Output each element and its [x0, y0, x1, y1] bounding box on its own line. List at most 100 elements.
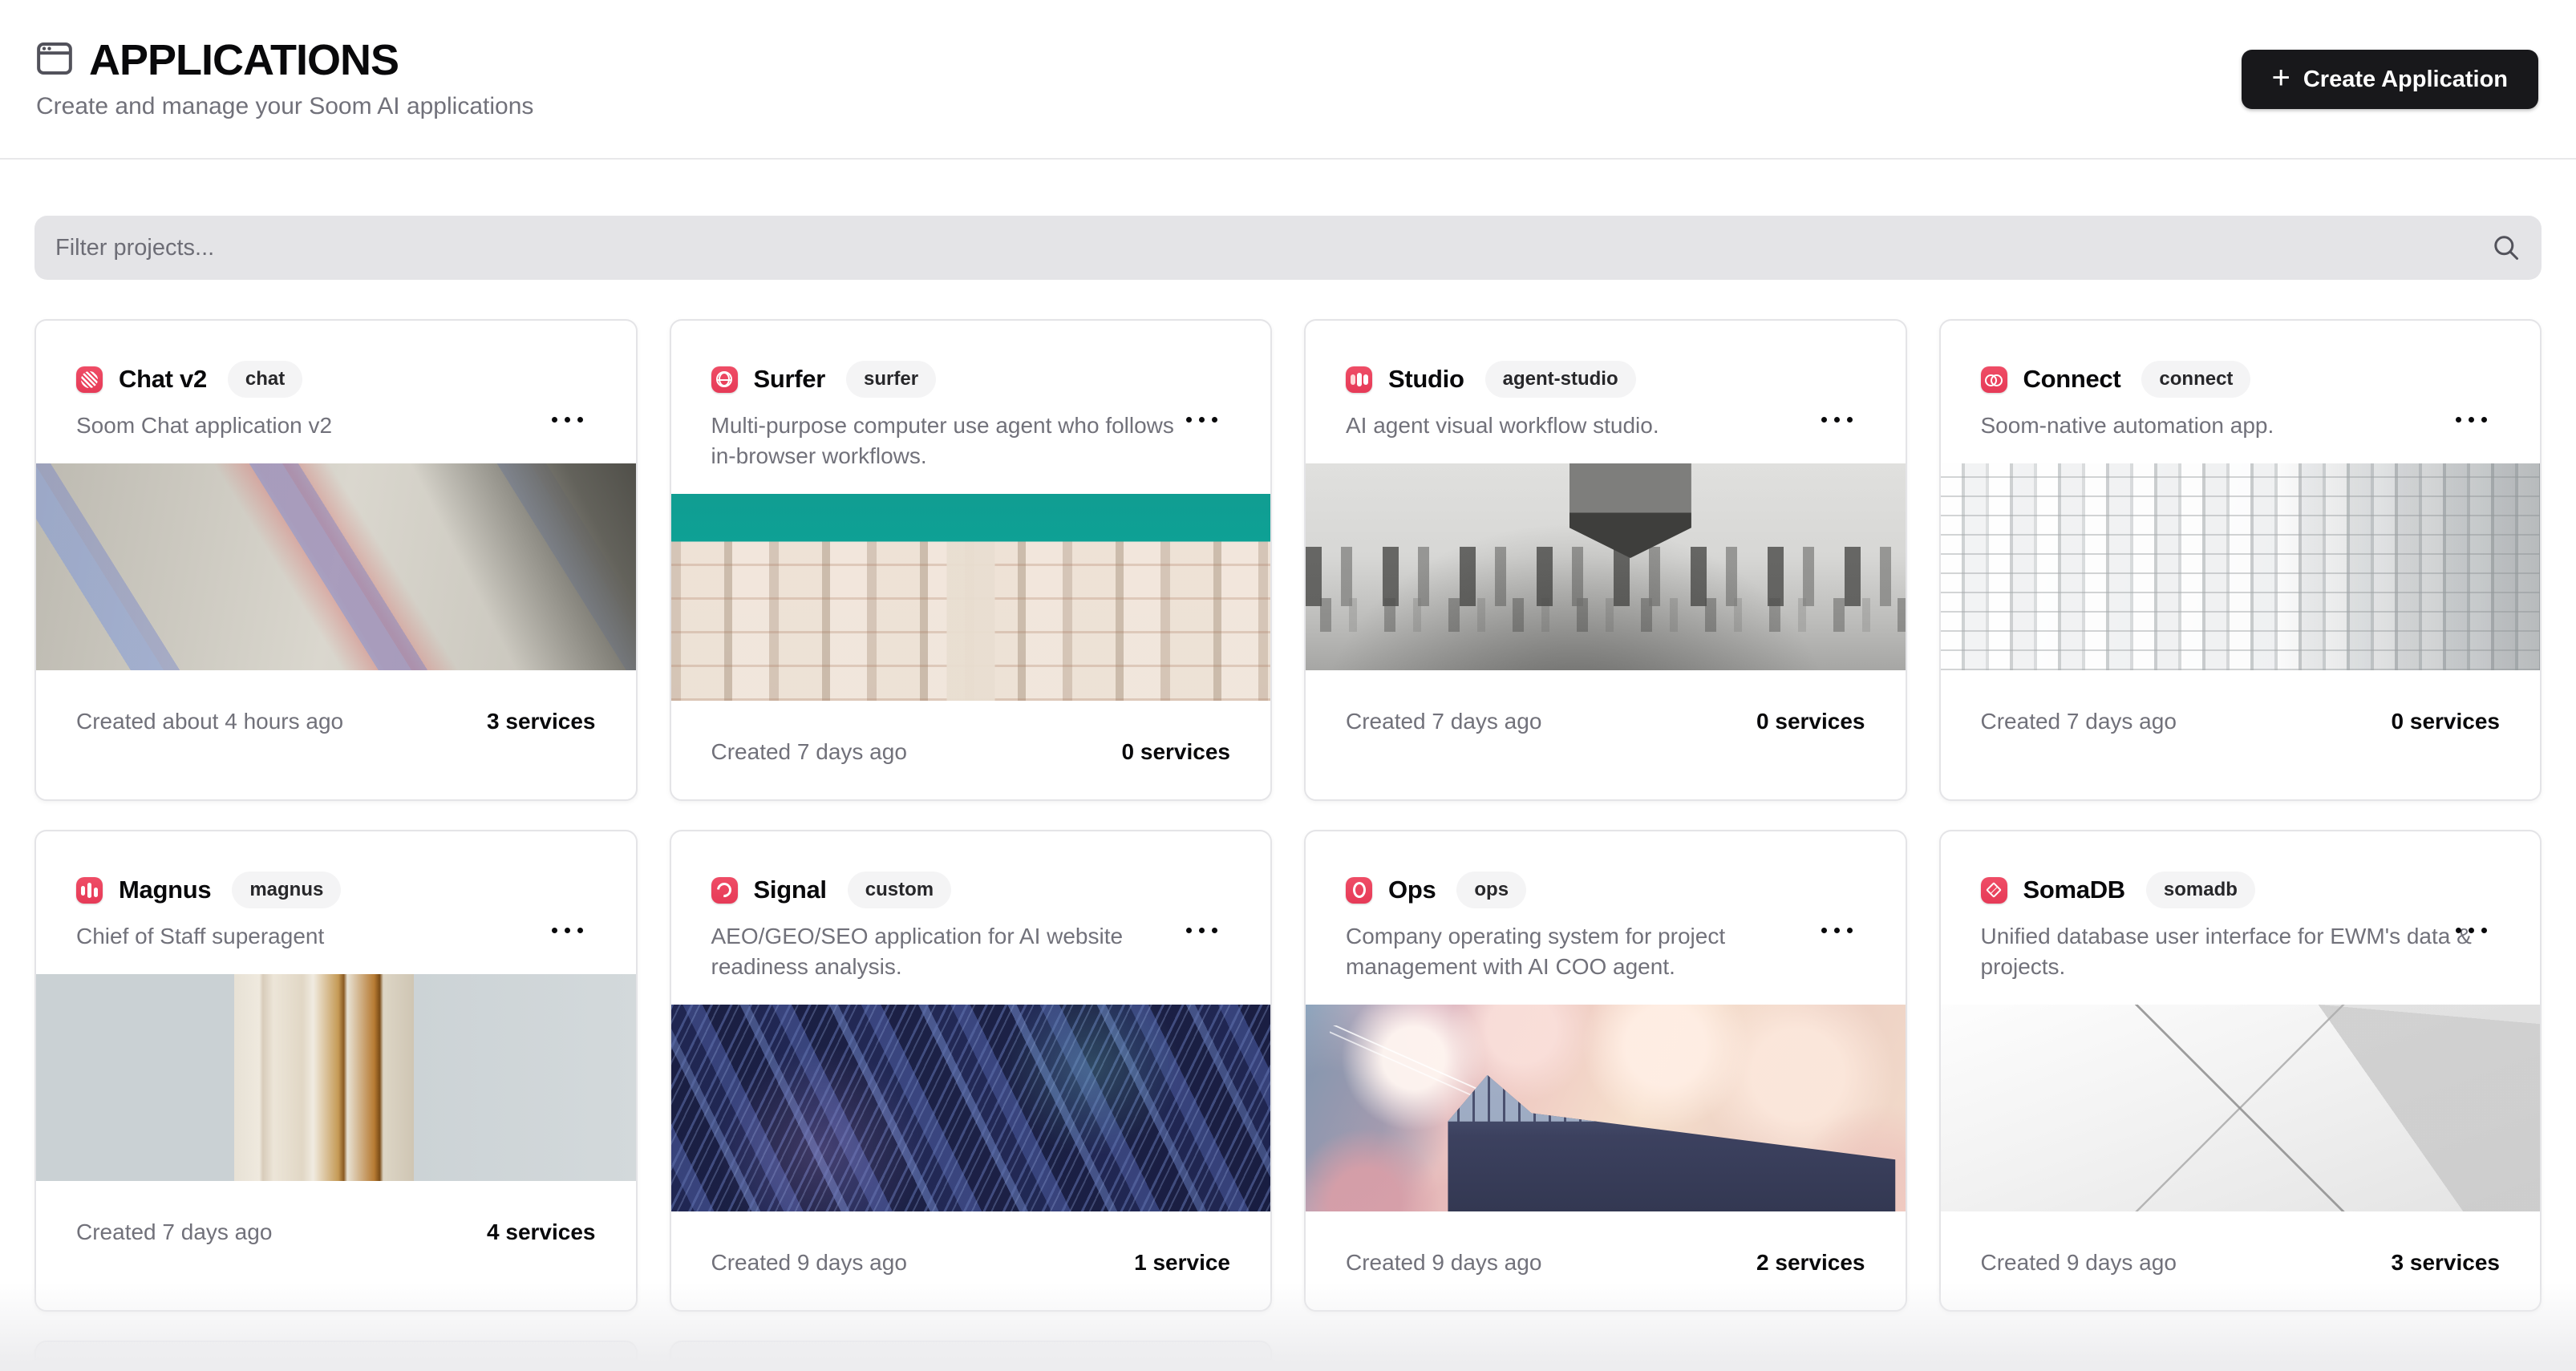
- project-card-ops[interactable]: Ops ops Company operating system for pro…: [1304, 830, 1907, 1312]
- app-icon: [76, 877, 103, 904]
- card-footer: Created 7 days ago 0 services: [1941, 670, 2541, 734]
- project-card-partial[interactable]: [34, 1341, 638, 1371]
- project-name: SomaDB: [2023, 876, 2125, 904]
- project-slug-badge: ops: [1456, 872, 1526, 908]
- project-thumbnail: [671, 494, 1271, 701]
- project-name: Surfer: [754, 365, 826, 394]
- services-count: 0 services: [1122, 739, 1230, 765]
- applications-page: APPLICATIONS Create and manage your Soom…: [0, 0, 2576, 1371]
- project-card-signal[interactable]: Signal custom AEO/GEO/SEO application fo…: [670, 830, 1273, 1312]
- project-name: Signal: [754, 876, 827, 904]
- project-description: AEO/GEO/SEO application for AI website r…: [711, 921, 1205, 982]
- created-timestamp: Created 9 days ago: [1981, 1250, 2177, 1276]
- filter-bar: [34, 216, 2542, 280]
- project-slug-badge: agent-studio: [1485, 361, 1636, 398]
- more-options-button[interactable]: [1180, 410, 1224, 429]
- project-name: Magnus: [119, 876, 211, 904]
- project-description: Unified database user interface for EWM'…: [1981, 921, 2474, 982]
- services-count: 0 services: [1756, 709, 1865, 734]
- project-card-studio[interactable]: Studio agent-studio AI agent visual work…: [1304, 319, 1907, 801]
- project-card-magnus[interactable]: Magnus magnus Chief of Staff superagent …: [34, 830, 638, 1312]
- ring-icon: [1353, 882, 1366, 898]
- more-options-button[interactable]: [545, 410, 589, 429]
- app-icon: [1981, 877, 2007, 904]
- project-name: Chat v2: [119, 365, 207, 394]
- services-count: 1 service: [1134, 1250, 1230, 1276]
- create-application-button[interactable]: + Create Application: [2242, 50, 2539, 109]
- project-name: Ops: [1388, 876, 1436, 904]
- project-thumbnail: [1941, 463, 2541, 670]
- created-timestamp: Created about 4 hours ago: [76, 709, 343, 734]
- card-footer: Created 9 days ago 2 services: [1306, 1211, 1906, 1276]
- gem-icon: [1986, 882, 2002, 898]
- card-footer: Created 7 days ago 0 services: [1306, 670, 1906, 734]
- project-slug-badge: connect: [2141, 361, 2250, 398]
- infinity-link-icon: [1985, 374, 2003, 384]
- app-icon: [1346, 366, 1372, 393]
- created-timestamp: Created 7 days ago: [76, 1219, 272, 1245]
- project-card-surfer[interactable]: Surfer surfer Multi-purpose computer use…: [670, 319, 1273, 801]
- triple-bars-icon: [1357, 373, 1362, 386]
- card-footer: Created 9 days ago 1 service: [671, 1211, 1271, 1276]
- project-description: Multi-purpose computer use agent who fol…: [711, 410, 1205, 471]
- services-count: 3 services: [2392, 1250, 2500, 1276]
- page-title: APPLICATIONS: [89, 35, 399, 85]
- app-icon: [1981, 366, 2007, 393]
- created-timestamp: Created 7 days ago: [1981, 709, 2177, 734]
- services-count: 0 services: [2392, 709, 2500, 734]
- more-options-button[interactable]: [1815, 410, 1859, 429]
- project-description: Soom-native automation app.: [1981, 410, 2474, 441]
- services-count: 2 services: [1756, 1250, 1865, 1276]
- card-header: Ops ops Company operating system for pro…: [1306, 831, 1906, 982]
- card-header: Surfer surfer Multi-purpose computer use…: [671, 321, 1271, 471]
- project-description: Company operating system for project man…: [1346, 921, 1839, 982]
- search-icon: [2492, 233, 2521, 266]
- more-options-button[interactable]: [545, 921, 589, 940]
- project-card-somadb[interactable]: SomaDB somadb Unified database user inte…: [1939, 830, 2542, 1312]
- curved-hook-icon: [714, 880, 734, 900]
- services-count: 3 services: [487, 709, 595, 734]
- project-slug-badge: chat: [228, 361, 302, 398]
- create-application-label: Create Application: [2303, 67, 2508, 93]
- created-timestamp: Created 7 days ago: [711, 739, 907, 765]
- more-options-button[interactable]: [1180, 921, 1224, 940]
- globe-icon: [716, 371, 732, 387]
- project-thumbnail: [36, 974, 636, 1181]
- project-description: AI agent visual workflow studio.: [1346, 410, 1839, 441]
- card-footer: Created 7 days ago 4 services: [36, 1181, 636, 1245]
- page-subtitle: Create and manage your Soom AI applicati…: [36, 93, 533, 120]
- project-thumbnail: [671, 1005, 1271, 1211]
- services-count: 4 services: [487, 1219, 595, 1245]
- project-name: Studio: [1388, 365, 1464, 394]
- browser-window-icon: [36, 42, 73, 79]
- project-card-chat[interactable]: Chat v2 chat Soom Chat application v2 Cr…: [34, 319, 638, 801]
- card-footer: Created about 4 hours ago 3 services: [36, 670, 636, 734]
- project-card-partial[interactable]: [670, 1341, 1273, 1371]
- app-icon: [711, 877, 738, 904]
- more-options-button[interactable]: [2449, 921, 2493, 940]
- created-timestamp: Created 9 days ago: [711, 1250, 907, 1276]
- project-thumbnail: [36, 463, 636, 670]
- app-icon: [711, 366, 738, 393]
- more-options-button[interactable]: [1815, 921, 1859, 940]
- sound-bars-icon: [87, 883, 91, 898]
- project-thumbnail: [1306, 463, 1906, 670]
- filter-projects-input[interactable]: [34, 216, 2542, 280]
- project-name: Connect: [2023, 365, 2121, 394]
- app-icon: [76, 366, 103, 393]
- more-options-button[interactable]: [2449, 410, 2493, 429]
- project-slug-badge: somadb: [2146, 872, 2255, 908]
- project-card-connect[interactable]: Connect connect Soom-native automation a…: [1939, 319, 2542, 801]
- card-footer: Created 9 days ago 3 services: [1941, 1211, 2541, 1276]
- project-slug-badge: surfer: [846, 361, 936, 398]
- project-slug-badge: custom: [848, 872, 951, 908]
- project-thumbnail: [1306, 1005, 1906, 1211]
- created-timestamp: Created 9 days ago: [1346, 1250, 1541, 1276]
- created-timestamp: Created 7 days ago: [1346, 709, 1541, 734]
- card-header: Signal custom AEO/GEO/SEO application fo…: [671, 831, 1271, 982]
- project-description: Chief of Staff superagent: [76, 921, 569, 952]
- page-header: APPLICATIONS Create and manage your Soom…: [0, 0, 2576, 160]
- projects-grid: Chat v2 chat Soom Chat application v2 Cr…: [0, 319, 2576, 1371]
- project-slug-badge: magnus: [232, 872, 341, 908]
- project-description: Soom Chat application v2: [76, 410, 569, 441]
